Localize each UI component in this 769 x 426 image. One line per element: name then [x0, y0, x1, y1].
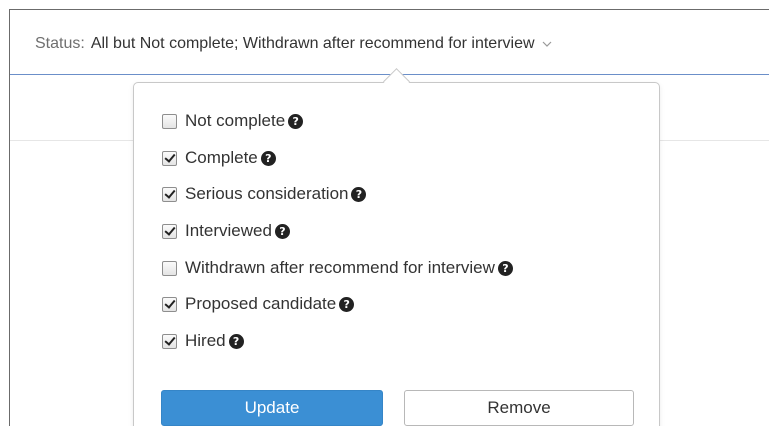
option-hired[interactable]: Hired ?: [162, 328, 244, 354]
option-complete[interactable]: Complete ?: [162, 145, 276, 171]
option-label: Not complete: [185, 111, 286, 130]
checkbox-complete[interactable]: [162, 150, 177, 166]
checkbox-serious-consideration[interactable]: [162, 186, 177, 202]
checkbox-not-complete[interactable]: [162, 113, 177, 129]
option-label: Serious consideration: [185, 184, 349, 203]
option-label: Hired: [185, 331, 226, 350]
help-icon[interactable]: ?: [339, 296, 355, 312]
status-filter-popover: Not complete ? Complete ? Serious consid…: [133, 82, 660, 426]
option-label: Interviewed: [185, 221, 272, 240]
option-label: Proposed candidate: [185, 294, 337, 313]
help-icon[interactable]: ?: [351, 186, 367, 202]
option-not-complete[interactable]: Not complete ?: [162, 108, 304, 134]
remove-button[interactable]: Remove: [404, 390, 634, 426]
status-filter-label: Status:: [35, 35, 85, 52]
option-label: Withdrawn after recommend for interview: [185, 258, 495, 277]
help-icon[interactable]: ?: [497, 260, 513, 276]
chevron-down-icon[interactable]: [542, 41, 552, 47]
help-icon[interactable]: ?: [260, 150, 276, 166]
help-icon[interactable]: ?: [228, 333, 244, 349]
status-filter-toggle[interactable]: Status: All but Not complete; Withdrawn …: [35, 32, 552, 56]
checkbox-interviewed[interactable]: [162, 223, 177, 239]
help-icon[interactable]: ?: [288, 113, 304, 129]
checkbox-hired[interactable]: [162, 333, 177, 349]
checkbox-withdrawn[interactable]: [162, 260, 177, 276]
update-button[interactable]: Update: [161, 390, 383, 426]
option-label: Complete: [185, 148, 258, 167]
option-proposed-candidate[interactable]: Proposed candidate ?: [162, 291, 355, 317]
option-withdrawn[interactable]: Withdrawn after recommend for interview …: [162, 255, 513, 281]
status-filter-value: All but Not complete; Withdrawn after re…: [90, 35, 535, 52]
option-interviewed[interactable]: Interviewed ?: [162, 218, 290, 244]
checkbox-proposed-candidate[interactable]: [162, 296, 177, 312]
help-icon[interactable]: ?: [274, 223, 290, 239]
screenshot-frame: Status: All but Not complete; Withdrawn …: [0, 0, 769, 426]
status-filter-bar: Status: All but Not complete; Withdrawn …: [10, 10, 769, 75]
option-serious-consideration[interactable]: Serious consideration ?: [162, 181, 367, 207]
